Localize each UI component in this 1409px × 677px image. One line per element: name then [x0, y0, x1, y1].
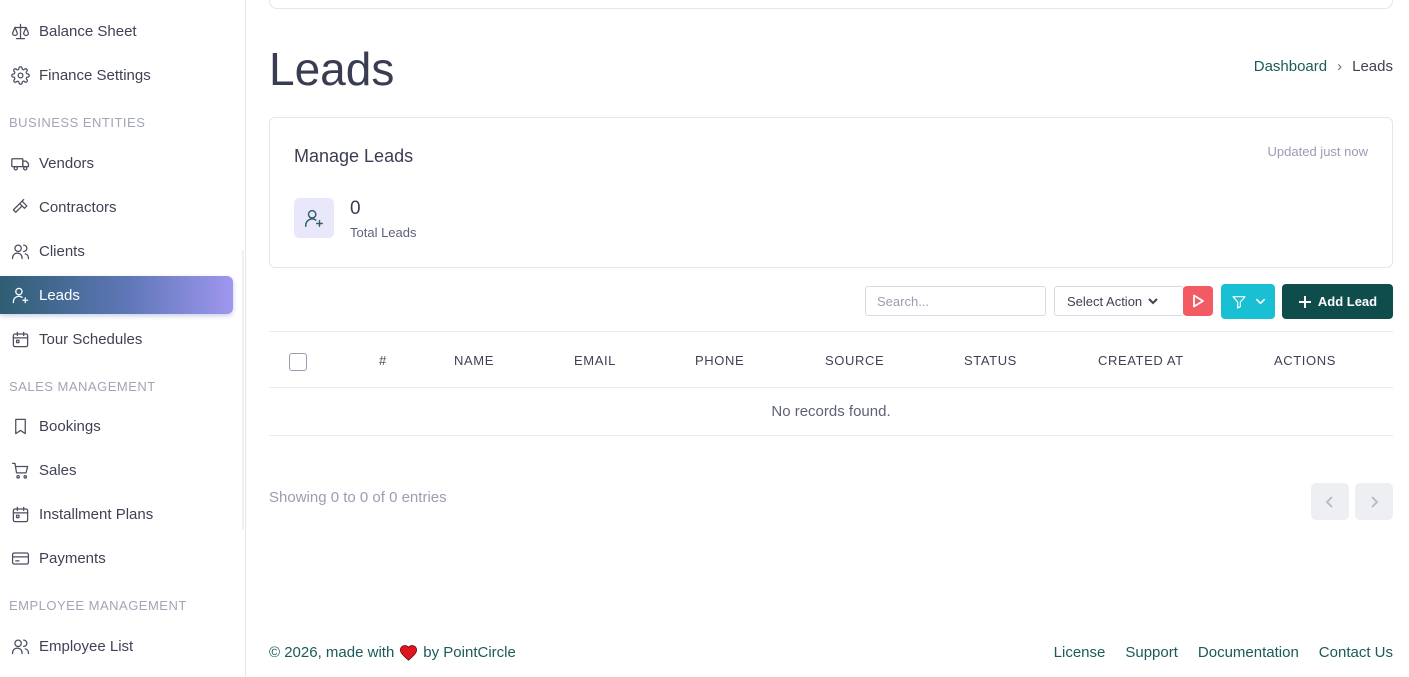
- sidebar-item-contractors[interactable]: Contractors: [0, 188, 233, 226]
- page-title: Leads: [269, 43, 395, 95]
- chevron-right-icon: [1371, 495, 1379, 508]
- sidebar-item-balance-sheet[interactable]: Balance Sheet: [0, 12, 233, 50]
- footer-link-documentation[interactable]: Documentation: [1198, 644, 1299, 661]
- sidebar-item-clients[interactable]: Clients: [0, 232, 233, 270]
- sidebar-item-label: Clients: [39, 242, 85, 260]
- column-header-status[interactable]: STATUS: [964, 353, 1017, 368]
- leads-table: # NAME EMAIL PHONE SOURCE STATUS CREATED…: [269, 331, 1393, 436]
- breadcrumb-dashboard-link[interactable]: Dashboard: [1254, 58, 1327, 75]
- next-page-button[interactable]: [1355, 483, 1393, 520]
- calendar-icon: [10, 329, 30, 349]
- previous-page-button[interactable]: [1311, 483, 1349, 520]
- section-sales-management: SALES MANAGEMENT: [9, 379, 156, 394]
- sidebar-item-label: Employee List: [39, 637, 134, 655]
- filter-button[interactable]: [1221, 284, 1275, 319]
- chevron-down-icon: [1255, 298, 1265, 305]
- sidebar-item-label: Bookings: [39, 417, 101, 435]
- sidebar-item-label: Leads: [39, 286, 80, 304]
- footer-copyright: © 2026, made with by PointCircle: [269, 644, 516, 661]
- footer-link-support[interactable]: Support: [1125, 644, 1178, 661]
- hammer-icon: [10, 197, 30, 217]
- users-icon: [10, 241, 30, 261]
- sidebar-item-label: Sales: [39, 461, 77, 479]
- pagination-info: Showing 0 to 0 of 0 entries: [269, 489, 447, 506]
- add-lead-button[interactable]: Add Lead: [1282, 284, 1393, 319]
- bookmark-icon: [10, 416, 30, 436]
- truck-icon: [10, 153, 30, 173]
- user-plus-icon: [294, 198, 334, 238]
- updated-timestamp: Updated just now: [1267, 144, 1368, 159]
- sidebar-item-label: Balance Sheet: [39, 22, 137, 40]
- sidebar-item-label: Installment Plans: [39, 505, 154, 523]
- breadcrumb-current: Leads: [1352, 58, 1393, 75]
- table-header: # NAME EMAIL PHONE SOURCE STATUS CREATED…: [269, 331, 1393, 388]
- sidebar-item-finance-settings[interactable]: Finance Settings: [0, 56, 233, 94]
- select-all-checkbox[interactable]: [289, 353, 307, 371]
- empty-table-message: No records found.: [269, 388, 1393, 436]
- sidebar-item-label: Vendors: [39, 154, 95, 172]
- user-plus-icon: [10, 285, 30, 305]
- sidebar-scrollbar[interactable]: [242, 250, 244, 530]
- gear-icon: [10, 65, 30, 85]
- footer-link-license[interactable]: License: [1054, 644, 1106, 661]
- sidebar-item-label: Payments: [39, 549, 106, 567]
- search-input[interactable]: [865, 286, 1046, 316]
- sidebar-item-tour-schedules[interactable]: Tour Schedules: [0, 320, 233, 358]
- card-icon: [10, 548, 30, 568]
- copyright-author[interactable]: by PointCircle: [423, 644, 516, 661]
- column-header-created-at[interactable]: CREATED AT: [1098, 353, 1184, 368]
- select-action-dropdown[interactable]: Select Action: [1054, 286, 1184, 316]
- heart-icon: [400, 645, 418, 661]
- column-header-actions: ACTIONS: [1274, 353, 1336, 368]
- sidebar-item-payments[interactable]: Payments: [0, 539, 233, 577]
- chevron-right-icon: ›: [1337, 58, 1343, 75]
- sidebar-item-vendors[interactable]: Vendors: [0, 144, 233, 182]
- cart-icon: [10, 460, 30, 480]
- sidebar: Balance Sheet Finance Settings BUSINESS …: [0, 0, 246, 677]
- card-title: Manage Leads: [294, 146, 414, 166]
- chevron-left-icon: [1325, 495, 1333, 508]
- column-header-name[interactable]: NAME: [454, 353, 494, 368]
- manage-leads-card: Manage Leads Updated just now 0 Total Le…: [269, 117, 1393, 268]
- select-action-label: Select Action: [1067, 293, 1143, 309]
- sidebar-item-label: Contractors: [39, 198, 117, 216]
- scale-icon: [10, 21, 30, 41]
- run-action-button[interactable]: [1183, 286, 1213, 316]
- copyright-text: © 2026, made with: [269, 644, 395, 661]
- breadcrumb: Dashboard › Leads: [1254, 58, 1393, 75]
- top-navbar: [269, 0, 1393, 9]
- column-header-number[interactable]: #: [379, 353, 387, 368]
- column-header-phone[interactable]: PHONE: [695, 353, 744, 368]
- total-leads-label: Total Leads: [350, 225, 417, 240]
- filter-icon: [1231, 295, 1246, 309]
- calendar-icon: [10, 504, 30, 524]
- sidebar-item-bookings[interactable]: Bookings: [0, 407, 233, 445]
- column-header-source[interactable]: SOURCE: [825, 353, 884, 368]
- section-employee-management: EMPLOYEE MANAGEMENT: [9, 598, 187, 613]
- sidebar-item-sales[interactable]: Sales: [0, 451, 233, 489]
- sidebar-item-label: Tour Schedules: [39, 330, 143, 348]
- column-header-email[interactable]: EMAIL: [574, 353, 616, 368]
- footer-link-contact-us[interactable]: Contact Us: [1319, 644, 1393, 661]
- sidebar-item-leads[interactable]: Leads: [0, 276, 233, 314]
- play-icon: [1193, 294, 1204, 308]
- sidebar-item-label: Finance Settings: [39, 66, 151, 84]
- sidebar-item-installment-plans[interactable]: Installment Plans: [0, 495, 233, 533]
- section-business-entities: BUSINESS ENTITIES: [9, 115, 146, 130]
- add-lead-label: Add Lead: [1317, 294, 1378, 309]
- chevron-down-icon: [1148, 298, 1158, 305]
- footer-links: License Support Documentation Contact Us: [1054, 644, 1393, 661]
- total-leads-value: 0: [350, 198, 361, 219]
- plus-icon: [1298, 295, 1311, 308]
- users-icon: [10, 636, 30, 656]
- sidebar-item-employee-list[interactable]: Employee List: [0, 627, 233, 665]
